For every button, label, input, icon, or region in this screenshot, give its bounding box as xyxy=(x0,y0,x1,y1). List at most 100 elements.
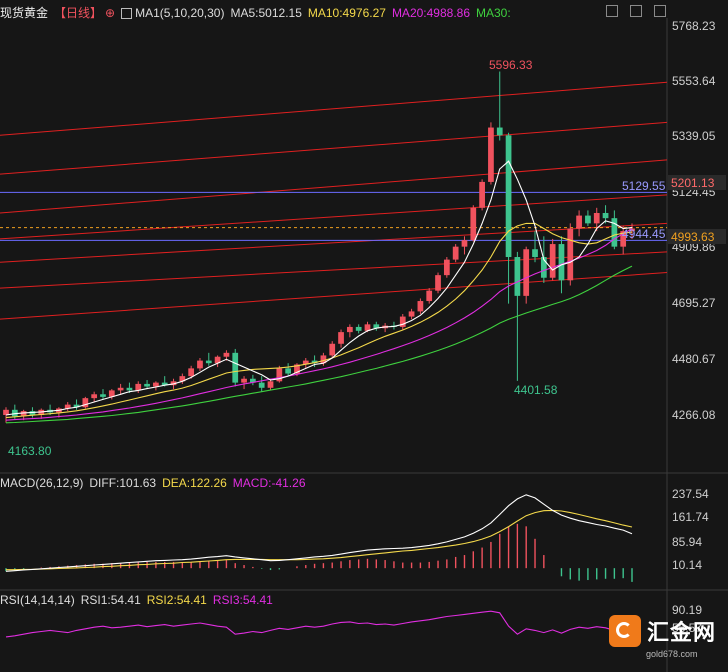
chart-header: 现货黄金 【日线】 ⊕ MA1(5,10,20,30) MA5:5012.15 … xyxy=(0,4,517,22)
candle-body xyxy=(479,181,485,208)
candle-body xyxy=(549,244,556,278)
candle-body xyxy=(593,212,600,224)
hline2-label: 4944.45 xyxy=(622,227,666,241)
channel-line xyxy=(0,81,668,136)
candle-body xyxy=(117,387,124,391)
candle-body xyxy=(452,246,459,260)
layout-icon[interactable] xyxy=(606,5,618,17)
candle-body xyxy=(443,259,450,276)
ma10-value: MA10:4976.27 xyxy=(307,6,386,20)
candle-body xyxy=(532,249,538,258)
candle-body xyxy=(470,207,477,241)
instrument-name: 现货黄金 xyxy=(0,6,49,20)
candle-body xyxy=(399,316,406,327)
high-price-label: 5596.33 xyxy=(489,58,533,72)
channel-line xyxy=(0,121,668,175)
macd-diff-line xyxy=(5,494,633,572)
candle-body xyxy=(602,212,609,219)
macd-tick: 85.94 xyxy=(672,535,702,549)
candle-body xyxy=(461,240,468,247)
candle-body xyxy=(144,383,150,387)
price-tick: 5553.64 xyxy=(672,74,716,88)
price-tick: 4266.08 xyxy=(672,408,716,422)
candle-body xyxy=(426,290,433,302)
candle-body xyxy=(82,398,89,408)
candle-body xyxy=(505,135,512,258)
macd-tick: 237.54 xyxy=(672,487,709,501)
current-price-tag: 5201.13 xyxy=(671,176,715,190)
crosshair-icon[interactable]: ⊕ xyxy=(105,4,115,22)
rsi2-value: RSI2:54.41 xyxy=(146,593,207,607)
candle-body xyxy=(567,228,574,281)
candle-body xyxy=(91,394,98,399)
rsi1-value: RSI1:54.41 xyxy=(80,593,141,607)
grid-icon[interactable] xyxy=(630,5,642,17)
candle-body xyxy=(100,394,106,397)
candle-body xyxy=(488,127,494,182)
macd-value: MACD:-41.26 xyxy=(232,476,306,490)
watermark-logo: 汇金网 xyxy=(609,614,725,648)
channel-line xyxy=(0,222,668,263)
candle-body xyxy=(329,343,336,356)
macd-tick: 10.14 xyxy=(672,558,702,572)
channel-lines xyxy=(0,81,668,320)
price-tick: 4480.67 xyxy=(672,352,716,366)
expand-icon[interactable] xyxy=(654,5,666,17)
close-price-tag: 4993.63 xyxy=(671,230,715,244)
macd-dea: DEA:122.26 xyxy=(162,476,227,490)
ma20-value: MA20:4988.86 xyxy=(391,6,470,20)
ma5-value: MA5:5012.15 xyxy=(230,6,302,20)
watermark-name: 汇金网 xyxy=(647,620,717,645)
rsi-line xyxy=(5,610,633,638)
gold678-logo-icon xyxy=(609,615,641,647)
chart-canvas[interactable]: 5768.23 5553.64 5339.05 5124.45 4909.86 … xyxy=(0,0,728,672)
candle-body xyxy=(197,360,203,369)
price-tick: 5768.23 xyxy=(672,19,716,33)
candle-body xyxy=(258,382,265,388)
channel-line xyxy=(0,251,668,289)
macd-label: MACD(26,12,9) xyxy=(0,476,84,490)
period-selector[interactable]: 【日线】 xyxy=(54,4,102,22)
channel-line xyxy=(0,272,668,320)
candle-body xyxy=(223,352,230,357)
candle-body xyxy=(514,257,521,296)
macd-header: MACD(26,12,9) DIFF:101.63 DEA:122.26 MAC… xyxy=(0,474,312,492)
horizontal-lines xyxy=(0,191,667,241)
candle-body xyxy=(558,244,565,281)
candle-body xyxy=(576,215,582,229)
ma-label: MA1(5,10,20,30) xyxy=(135,6,225,20)
candle-body xyxy=(232,352,239,383)
channel-line xyxy=(0,159,668,214)
candle-body xyxy=(285,368,292,374)
candle-body xyxy=(153,382,159,387)
candle-body xyxy=(135,383,142,391)
macd-tick: 161.74 xyxy=(672,510,709,524)
macd-dea-line xyxy=(6,509,633,571)
start-price-label: 4163.80 xyxy=(8,444,52,458)
rsi-header: RSI(14,14,14) RSI1:54.41 RSI2:54.41 RSI3… xyxy=(0,591,279,609)
macd-panel xyxy=(5,494,633,582)
candle-body xyxy=(408,311,415,317)
candle-body xyxy=(346,326,353,333)
candle-body xyxy=(241,378,247,383)
candle-body xyxy=(338,332,344,344)
candle-body xyxy=(496,127,503,136)
candle-body xyxy=(205,360,212,364)
candle-body xyxy=(267,381,274,388)
price-tick: 5339.05 xyxy=(672,129,716,143)
candle-body xyxy=(126,387,133,391)
low-price-label: 4401.58 xyxy=(514,383,558,397)
candle-body xyxy=(585,215,591,224)
candle-body xyxy=(417,301,424,312)
macd-diff: DIFF:101.63 xyxy=(89,476,157,490)
ma30-line xyxy=(5,265,633,424)
candle-body xyxy=(435,275,441,291)
ma5-line xyxy=(5,160,633,416)
channel-line xyxy=(0,194,668,240)
indicator-icon[interactable] xyxy=(121,7,133,19)
kline-chart-window[interactable]: 5768.23 5553.64 5339.05 5124.45 4909.86 … xyxy=(0,0,728,672)
ma30-value: MA30: xyxy=(476,6,511,20)
hline-label: 5129.55 xyxy=(622,179,666,193)
price-tick: 4695.27 xyxy=(672,296,716,310)
rsi3-value: RSI3:54.41 xyxy=(212,593,273,607)
